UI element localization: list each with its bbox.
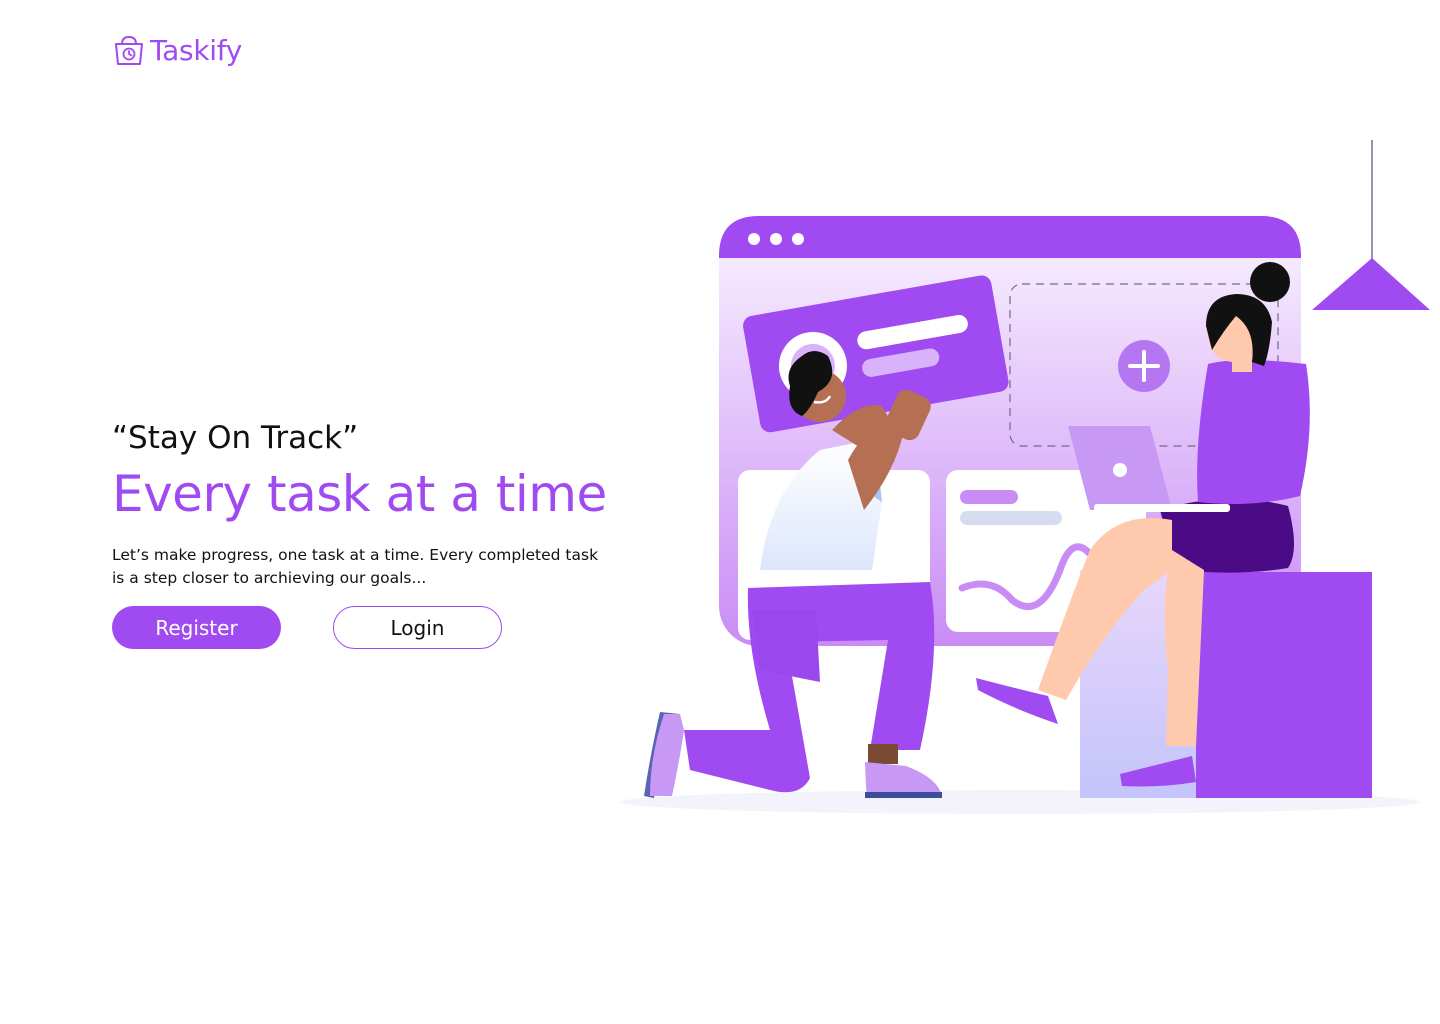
hero-actions: Register Login: [112, 606, 502, 649]
brand-logo[interactable]: Taskify: [112, 34, 242, 68]
hero-headline: Every task at a time: [112, 465, 607, 523]
hero-quote: “Stay On Track”: [112, 420, 359, 456]
brand-name: Taskify: [150, 34, 243, 67]
box-side: [1196, 572, 1372, 798]
register-button[interactable]: Register: [112, 606, 281, 649]
hero-illustration: [620, 140, 1430, 814]
login-button[interactable]: Login: [333, 606, 502, 649]
window-dot-2: [770, 233, 782, 245]
hero-section: “Stay On Track” Every task at a time Let…: [112, 418, 632, 590]
window-dot-1: [748, 233, 760, 245]
shopping-bag-clock-icon: [115, 35, 143, 65]
hero-subtext: Let’s make progress, one task at a time.…: [112, 546, 599, 587]
landing-page: Taskify “Stay On Track” Every task at a …: [0, 0, 1440, 1024]
lamp-shade: [1312, 258, 1430, 310]
window-dot-3: [792, 233, 804, 245]
